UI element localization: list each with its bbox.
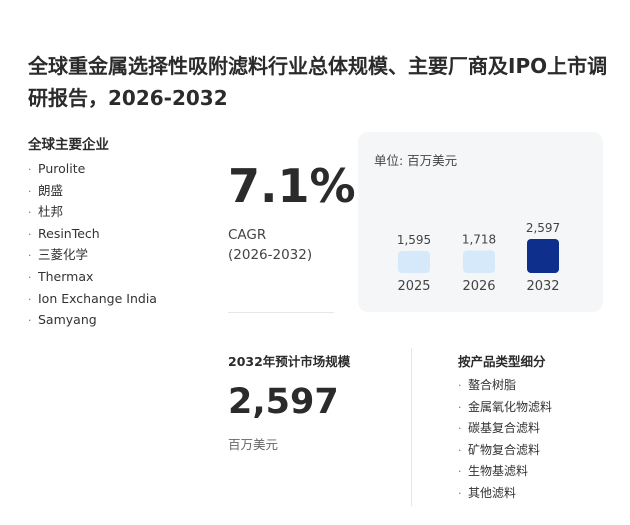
report-title: 全球重金属选择性吸附滤料行业总体规模、主要厂商及IPO上市调研报告，2026-2… <box>28 54 608 110</box>
bullet-icon: · <box>28 314 32 328</box>
segment-item: · 矿物复合滤料 <box>458 440 552 462</box>
market-size-unit: 百万美元 <box>228 437 279 452</box>
company-item: · Samyang <box>28 309 157 331</box>
market-size-value: 2,597 <box>228 382 339 422</box>
company-name: 三菱化学 <box>38 247 89 263</box>
company-item: · ResinTech <box>28 223 157 245</box>
bullet-icon: · <box>28 270 32 284</box>
bar-value-label: 1,718 <box>462 233 496 247</box>
bullet-icon: · <box>458 465 462 479</box>
company-list: · Purolite · 朗盛 · 杜邦 · ResinTech · 三菱化学 · Ther… <box>28 158 157 331</box>
market-size-heading: 2032年预计市场规模 <box>228 354 351 369</box>
segment-name: 生物基滤料 <box>468 464 529 479</box>
company-item: · Ion Exchange India <box>28 288 157 310</box>
bar-2032 <box>527 239 559 273</box>
company-item: · Purolite <box>28 158 157 180</box>
bar-category-label: 2025 <box>397 279 430 294</box>
segment-item: · 其他滤料 <box>458 483 552 505</box>
segment-list: · 螯合树脂 · 金属氧化物滤料 · 碳基复合滤料 · 矿物复合滤料 · 生物基滤料 · 其… <box>458 375 552 505</box>
bullet-icon: · <box>28 227 32 241</box>
bar-category-label: 2026 <box>462 279 495 294</box>
market-bar-chart: 1,595 2025 1,718 2026 2,597 2032 <box>397 221 560 294</box>
segment-name: 金属氧化物滤料 <box>468 399 553 414</box>
bullet-icon: · <box>458 400 462 414</box>
company-item: · Thermax <box>28 266 157 288</box>
company-name: Purolite <box>38 161 86 176</box>
segment-name: 螯合树脂 <box>468 378 517 392</box>
segment-item: · 碳基复合滤料 <box>458 418 552 440</box>
company-item: · 三菱化学 <box>28 244 157 266</box>
segment-item: · 生物基滤料 <box>458 461 552 483</box>
section-divider <box>228 312 334 313</box>
market-chart-card: 单位: 百万美元 1,595 2025 1,718 2026 2,597 2032 <box>358 132 603 312</box>
segment-item: · 金属氧化物滤料 <box>458 397 552 419</box>
company-name: Samyang <box>38 312 97 328</box>
bullet-icon: · <box>28 292 32 306</box>
bullet-icon: · <box>458 443 462 457</box>
bar-category-label: 2032 <box>526 279 559 294</box>
column-divider <box>411 348 412 506</box>
segment-name: 矿物复合滤料 <box>468 442 541 457</box>
segments-heading: 按产品类型细分 <box>458 354 546 369</box>
segment-name: 碳基复合滤料 <box>468 421 541 436</box>
company-item: · 杜邦 <box>28 201 157 223</box>
companies-heading: 全球主要企业 <box>28 137 109 153</box>
bullet-icon: · <box>28 163 32 176</box>
bullet-icon: · <box>28 184 32 198</box>
company-name: ResinTech <box>38 225 100 241</box>
bar-value-label: 2,597 <box>526 221 560 235</box>
segment-item: · 螯合树脂 <box>458 375 552 397</box>
company-name: Ion Exchange India <box>38 290 157 306</box>
bullet-icon: · <box>458 379 462 392</box>
cagr-label: CAGR <box>228 227 267 243</box>
bar-2026 <box>463 250 495 273</box>
company-name: Thermax <box>38 268 94 284</box>
cagr-value: 7.1% <box>228 159 356 213</box>
bar-value-label: 1,595 <box>397 233 431 247</box>
bullet-icon: · <box>458 422 462 436</box>
bar-2025 <box>398 251 430 273</box>
company-name: 朗盛 <box>38 182 64 198</box>
cagr-period: (2026-2032) <box>228 247 313 263</box>
bullet-icon: · <box>28 206 32 220</box>
bullet-icon: · <box>28 249 32 263</box>
company-item: · 朗盛 <box>28 180 157 202</box>
company-name: 杜邦 <box>38 204 64 220</box>
bullet-icon: · <box>458 486 462 500</box>
segment-name: 其他滤料 <box>468 485 517 500</box>
